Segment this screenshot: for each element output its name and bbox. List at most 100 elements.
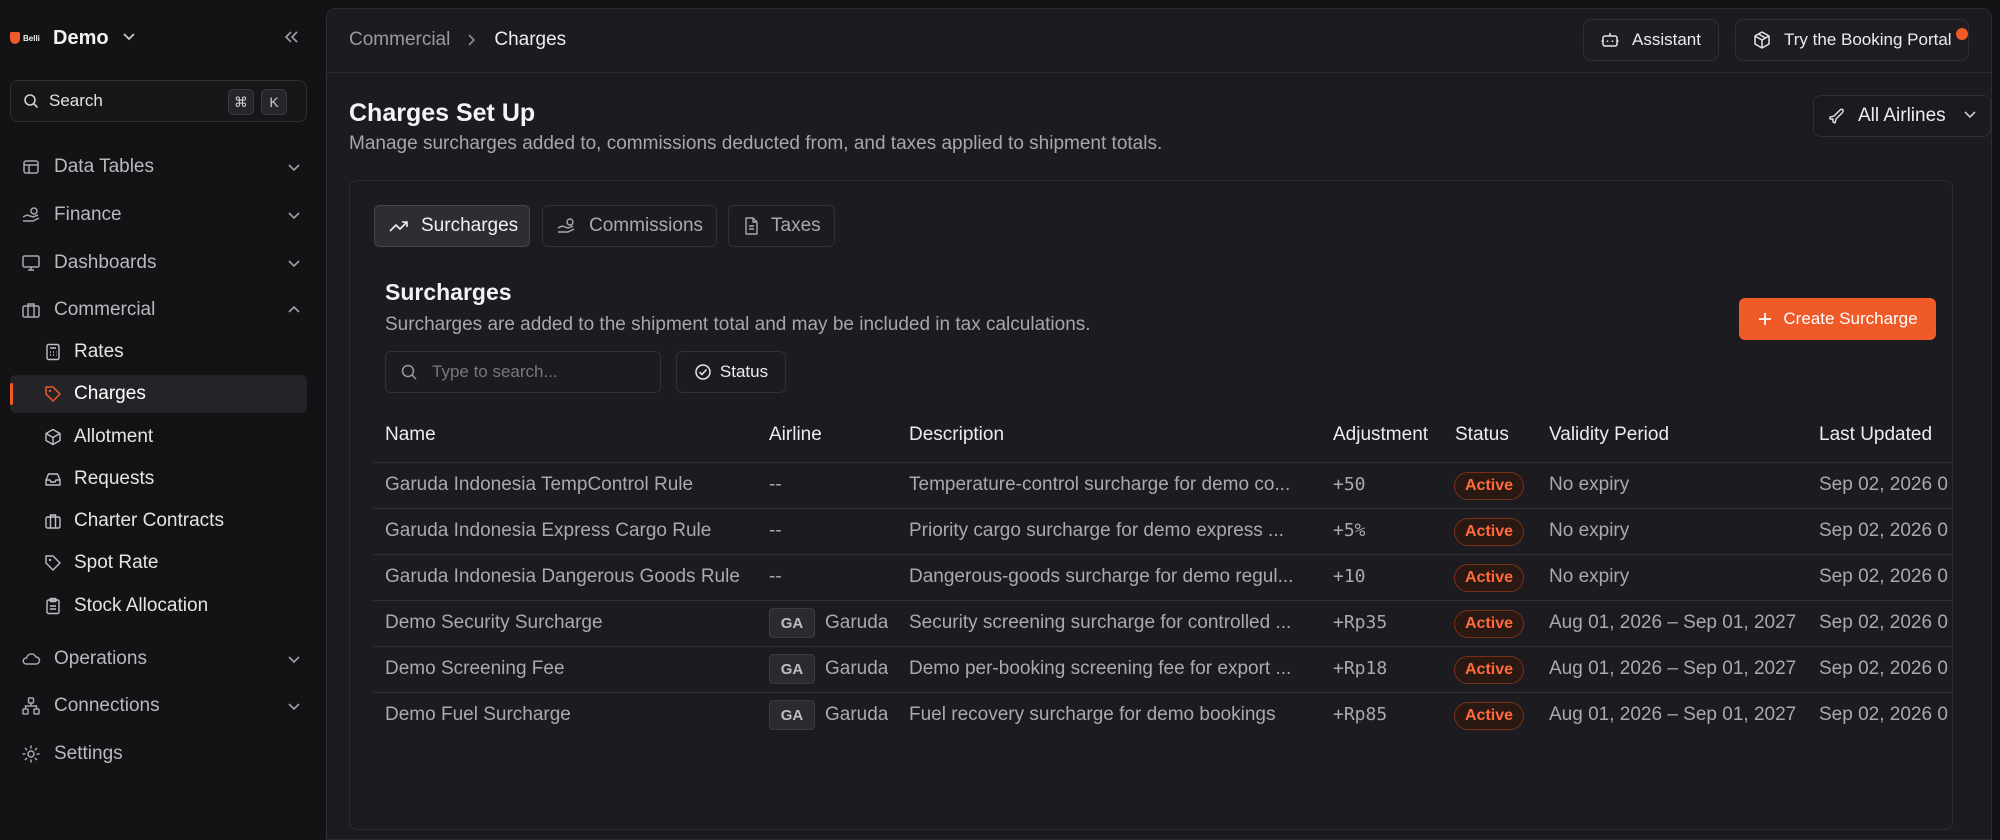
sidebar-item-label: Connections bbox=[54, 695, 160, 716]
workspace-switcher[interactable]: Belli Demo bbox=[10, 22, 137, 54]
table-row[interactable]: Garuda Indonesia Express Cargo Rule -- P… bbox=[373, 508, 1952, 554]
breadcrumb-link-commercial[interactable]: Commercial bbox=[349, 29, 450, 51]
sidebar-item-operations[interactable]: Operations bbox=[10, 640, 307, 678]
notification-dot bbox=[1956, 28, 1968, 40]
briefcase-icon bbox=[20, 299, 42, 321]
assistant-button[interactable]: Assistant bbox=[1583, 19, 1719, 61]
sidebar-item-allotment[interactable]: Allotment bbox=[10, 418, 307, 456]
cell-validity: Aug 01, 2026 – Sep 01, 2027 bbox=[1549, 704, 1797, 725]
table-row[interactable]: Demo Security Surcharge GA Garuda Securi… bbox=[373, 600, 1952, 646]
cell-airline: -- bbox=[769, 474, 782, 495]
sidebar-item-label: Requests bbox=[74, 468, 155, 489]
document-icon bbox=[743, 217, 759, 235]
workspace-name: Demo bbox=[53, 26, 109, 49]
cell-name: Demo Security Surcharge bbox=[385, 612, 603, 633]
sidebar-item-commercial[interactable]: Commercial bbox=[10, 291, 307, 329]
sidebar-item-connections[interactable]: Connections bbox=[10, 687, 307, 725]
package-icon bbox=[42, 426, 64, 448]
status-badge: Active bbox=[1454, 656, 1525, 684]
cell-validity: No expiry bbox=[1549, 520, 1630, 541]
briefcase-icon bbox=[42, 510, 64, 532]
tab-label: Commissions bbox=[589, 215, 704, 236]
sidebar-item-spot-rate[interactable]: Spot Rate bbox=[10, 544, 307, 582]
status-badge: Active bbox=[1454, 702, 1525, 730]
sidebar-item-label: Spot Rate bbox=[74, 552, 159, 573]
table-row[interactable]: Garuda Indonesia TempControl Rule -- Tem… bbox=[373, 462, 1952, 508]
section-title: Surcharges bbox=[385, 279, 512, 305]
sidebar-item-rates[interactable]: Rates bbox=[10, 333, 307, 371]
sidebar-item-finance[interactable]: Finance bbox=[10, 196, 307, 234]
tab-label: Surcharges bbox=[421, 215, 519, 236]
cell-validity: Aug 01, 2026 – Sep 01, 2027 bbox=[1549, 612, 1797, 633]
hand-coins-icon bbox=[20, 204, 42, 226]
sidebar-item-label: Charges bbox=[74, 383, 146, 404]
sidebar-item-data-tables[interactable]: Data Tables bbox=[10, 148, 307, 186]
column-header-name[interactable]: Name bbox=[385, 424, 436, 446]
column-header-adjustment[interactable]: Adjustment bbox=[1333, 424, 1428, 446]
clipboard-icon bbox=[42, 595, 64, 617]
sidebar-item-dashboards[interactable]: Dashboards bbox=[10, 244, 307, 282]
gear-icon bbox=[20, 743, 42, 765]
inbox-icon bbox=[42, 468, 64, 490]
create-surcharge-button[interactable]: Create Surcharge bbox=[1739, 298, 1936, 340]
breadcrumb-current: Charges bbox=[494, 29, 567, 50]
airline-filter-select[interactable]: All Airlines bbox=[1813, 95, 1991, 137]
tag-icon bbox=[42, 383, 64, 405]
collapse-sidebar-button[interactable] bbox=[280, 26, 302, 48]
sidebar-item-label: Stock Allocation bbox=[74, 595, 209, 616]
cell-adjustment: +50 bbox=[1333, 474, 1366, 495]
chevron-down-icon bbox=[283, 695, 305, 717]
column-header-validity[interactable]: Validity Period bbox=[1549, 424, 1669, 446]
cell-name: Demo Fuel Surcharge bbox=[385, 704, 571, 725]
table-row[interactable]: Demo Screening Fee GA Garuda Demo per-bo… bbox=[373, 646, 1952, 692]
table-icon bbox=[20, 156, 42, 178]
chevron-down-icon bbox=[283, 204, 305, 226]
airline-filter-value: All Airlines bbox=[1858, 105, 1946, 126]
sidebar-item-label: Settings bbox=[54, 743, 123, 764]
cell-adjustment: +Rp35 bbox=[1333, 612, 1388, 633]
sidebar-item-settings[interactable]: Settings bbox=[10, 735, 307, 773]
search-placeholder: Type to search... bbox=[432, 362, 558, 381]
cell-last-updated: Sep 02, 2026 0 bbox=[1819, 704, 1948, 725]
tab-surcharges[interactable]: Surcharges bbox=[374, 205, 530, 247]
sidebar-item-label: Rates bbox=[74, 341, 124, 362]
sidebar-item-stock-allocation[interactable]: Stock Allocation bbox=[10, 587, 307, 625]
column-header-last-updated[interactable]: Last Updated bbox=[1819, 424, 1932, 446]
bot-icon bbox=[1600, 30, 1620, 50]
airline-code-badge: GA bbox=[769, 700, 815, 730]
booking-portal-button[interactable]: Try the Booking Portal bbox=[1735, 19, 1969, 61]
status-badge: Active bbox=[1454, 610, 1525, 638]
cell-last-updated: Sep 02, 2026 0 bbox=[1819, 474, 1948, 495]
sidebar-item-charges[interactable]: Charges bbox=[10, 375, 307, 413]
chevron-up-icon bbox=[283, 299, 305, 321]
tab-taxes[interactable]: Taxes bbox=[728, 205, 835, 247]
table-search-input[interactable]: Type to search... bbox=[385, 351, 661, 393]
cell-description: Fuel recovery surcharge for demo booking… bbox=[909, 704, 1276, 725]
cell-airline: Garuda bbox=[825, 658, 889, 679]
page-title: Charges Set Up bbox=[349, 99, 536, 127]
cell-adjustment: +5% bbox=[1333, 520, 1366, 541]
chevron-down-icon bbox=[283, 648, 305, 670]
table-row[interactable]: Garuda Indonesia Dangerous Goods Rule --… bbox=[373, 554, 1952, 600]
cell-validity: No expiry bbox=[1549, 566, 1630, 587]
table-row[interactable]: Demo Fuel Surcharge GA Garuda Fuel recov… bbox=[373, 692, 1952, 738]
hand-coins-icon bbox=[557, 217, 577, 235]
logo: Belli bbox=[10, 32, 42, 44]
section-subtitle: Surcharges are added to the shipment tot… bbox=[385, 314, 1091, 335]
tab-commissions[interactable]: Commissions bbox=[542, 205, 717, 247]
sidebar-search[interactable]: Search ⌘ K bbox=[10, 80, 307, 122]
column-header-description[interactable]: Description bbox=[909, 424, 1004, 446]
assistant-label: Assistant bbox=[1632, 30, 1701, 49]
cell-adjustment: +10 bbox=[1333, 566, 1366, 587]
sidebar-item-requests[interactable]: Requests bbox=[10, 460, 307, 498]
cell-last-updated: Sep 02, 2026 0 bbox=[1819, 658, 1948, 679]
column-header-status[interactable]: Status bbox=[1455, 424, 1509, 446]
plus-icon bbox=[1757, 311, 1773, 327]
shortcut-cmd-key: ⌘ bbox=[228, 89, 254, 115]
cell-description: Temperature-control surcharge for demo c… bbox=[909, 474, 1291, 495]
shortcut-k-key: K bbox=[261, 89, 287, 115]
cell-name: Demo Screening Fee bbox=[385, 658, 565, 679]
column-header-airline[interactable]: Airline bbox=[769, 424, 822, 446]
sidebar-item-charter-contracts[interactable]: Charter Contracts bbox=[10, 502, 307, 540]
status-filter-button[interactable]: Status bbox=[676, 351, 786, 393]
